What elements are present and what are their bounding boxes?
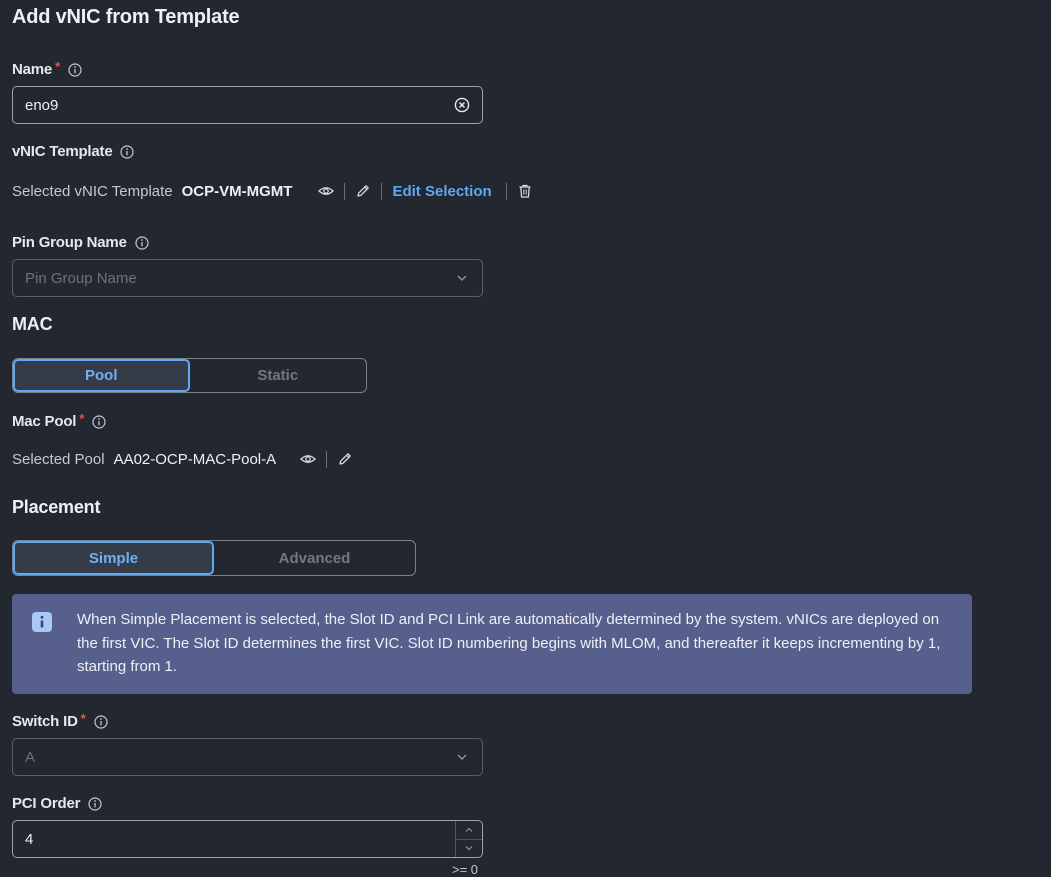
info-icon[interactable] — [120, 144, 135, 159]
pci-order-label: PCI Order — [12, 795, 102, 812]
info-icon — [32, 612, 52, 680]
decrement-button[interactable] — [456, 838, 482, 858]
clear-icon[interactable] — [454, 97, 470, 113]
required-marker: * — [55, 59, 60, 74]
eye-icon[interactable] — [318, 183, 335, 199]
selected-vnic-template-row: Selected vNIC Template OCP-VM-MGMT Edit … — [12, 180, 533, 202]
page-title: Add vNIC from Template — [12, 6, 240, 28]
chevron-down-icon[interactable] — [454, 749, 470, 765]
name-input-value[interactable]: eno9 — [25, 97, 454, 114]
placement-option-advanced[interactable]: Advanced — [214, 541, 415, 575]
mac-pool-label-text: Mac Pool — [12, 413, 77, 430]
selected-pool-row: Selected Pool AA02-OCP-MAC-Pool-A — [12, 448, 353, 470]
name-field[interactable]: eno9 — [12, 86, 483, 124]
chevron-down-icon[interactable] — [454, 270, 470, 286]
switch-id-label-text: Switch ID — [12, 713, 78, 730]
placement-section-title: Placement — [12, 497, 101, 517]
switch-id-value: A — [25, 748, 36, 766]
divider — [344, 182, 346, 200]
switch-id-label: Switch ID * — [12, 711, 108, 730]
pci-order-field[interactable]: 4 — [12, 820, 483, 858]
pci-order-input-value[interactable]: 4 — [25, 831, 455, 848]
mac-option-static[interactable]: Static — [190, 359, 367, 392]
info-banner-text: When Simple Placement is selected, the S… — [77, 611, 941, 675]
pin-group-placeholder: Pin Group Name — [25, 269, 137, 287]
pci-order-label-text: PCI Order — [12, 795, 81, 812]
vnic-template-label: vNIC Template — [12, 143, 135, 160]
selected-vnic-template-label: Selected vNIC Template — [12, 182, 173, 200]
divider — [326, 450, 328, 468]
switch-id-select[interactable]: A — [12, 738, 483, 776]
info-icon[interactable] — [135, 235, 149, 250]
divider — [505, 182, 507, 200]
info-icon[interactable] — [88, 796, 102, 811]
increment-button[interactable] — [456, 821, 482, 839]
trash-icon[interactable] — [517, 183, 533, 199]
selected-vnic-template-value: OCP-VM-MGMT — [181, 182, 293, 200]
info-icon[interactable] — [93, 714, 108, 729]
info-banner: When Simple Placement is selected, the S… — [12, 594, 972, 694]
required-marker: * — [80, 711, 86, 726]
name-label: Name * — [12, 59, 82, 78]
selected-pool-label: Selected Pool — [12, 450, 105, 468]
placement-option-simple[interactable]: Simple — [13, 541, 214, 575]
pencil-icon[interactable] — [355, 183, 371, 199]
vnic-template-label-text: vNIC Template — [12, 143, 113, 160]
pin-group-label: Pin Group Name — [12, 234, 149, 251]
edit-selection-link[interactable]: Edit Selection — [392, 183, 491, 200]
pci-order-stepper — [455, 821, 482, 857]
mac-section-title: MAC — [12, 314, 53, 334]
eye-icon[interactable] — [300, 451, 317, 467]
pencil-icon[interactable] — [337, 451, 353, 467]
pin-group-select[interactable]: Pin Group Name — [12, 259, 483, 297]
info-icon[interactable] — [68, 62, 82, 77]
required-marker: * — [79, 411, 85, 426]
info-icon[interactable] — [92, 414, 106, 429]
divider — [381, 182, 383, 200]
mac-pool-label: Mac Pool * — [12, 411, 106, 430]
placement-segmented-control: Simple Advanced — [12, 540, 416, 576]
mac-segmented-control: Pool Static — [12, 358, 367, 393]
pin-group-label-text: Pin Group Name — [12, 234, 127, 251]
mac-option-pool[interactable]: Pool — [13, 359, 190, 392]
selected-pool-value: AA02-OCP-MAC-Pool-A — [113, 450, 277, 468]
name-label-text: Name — [12, 61, 53, 78]
